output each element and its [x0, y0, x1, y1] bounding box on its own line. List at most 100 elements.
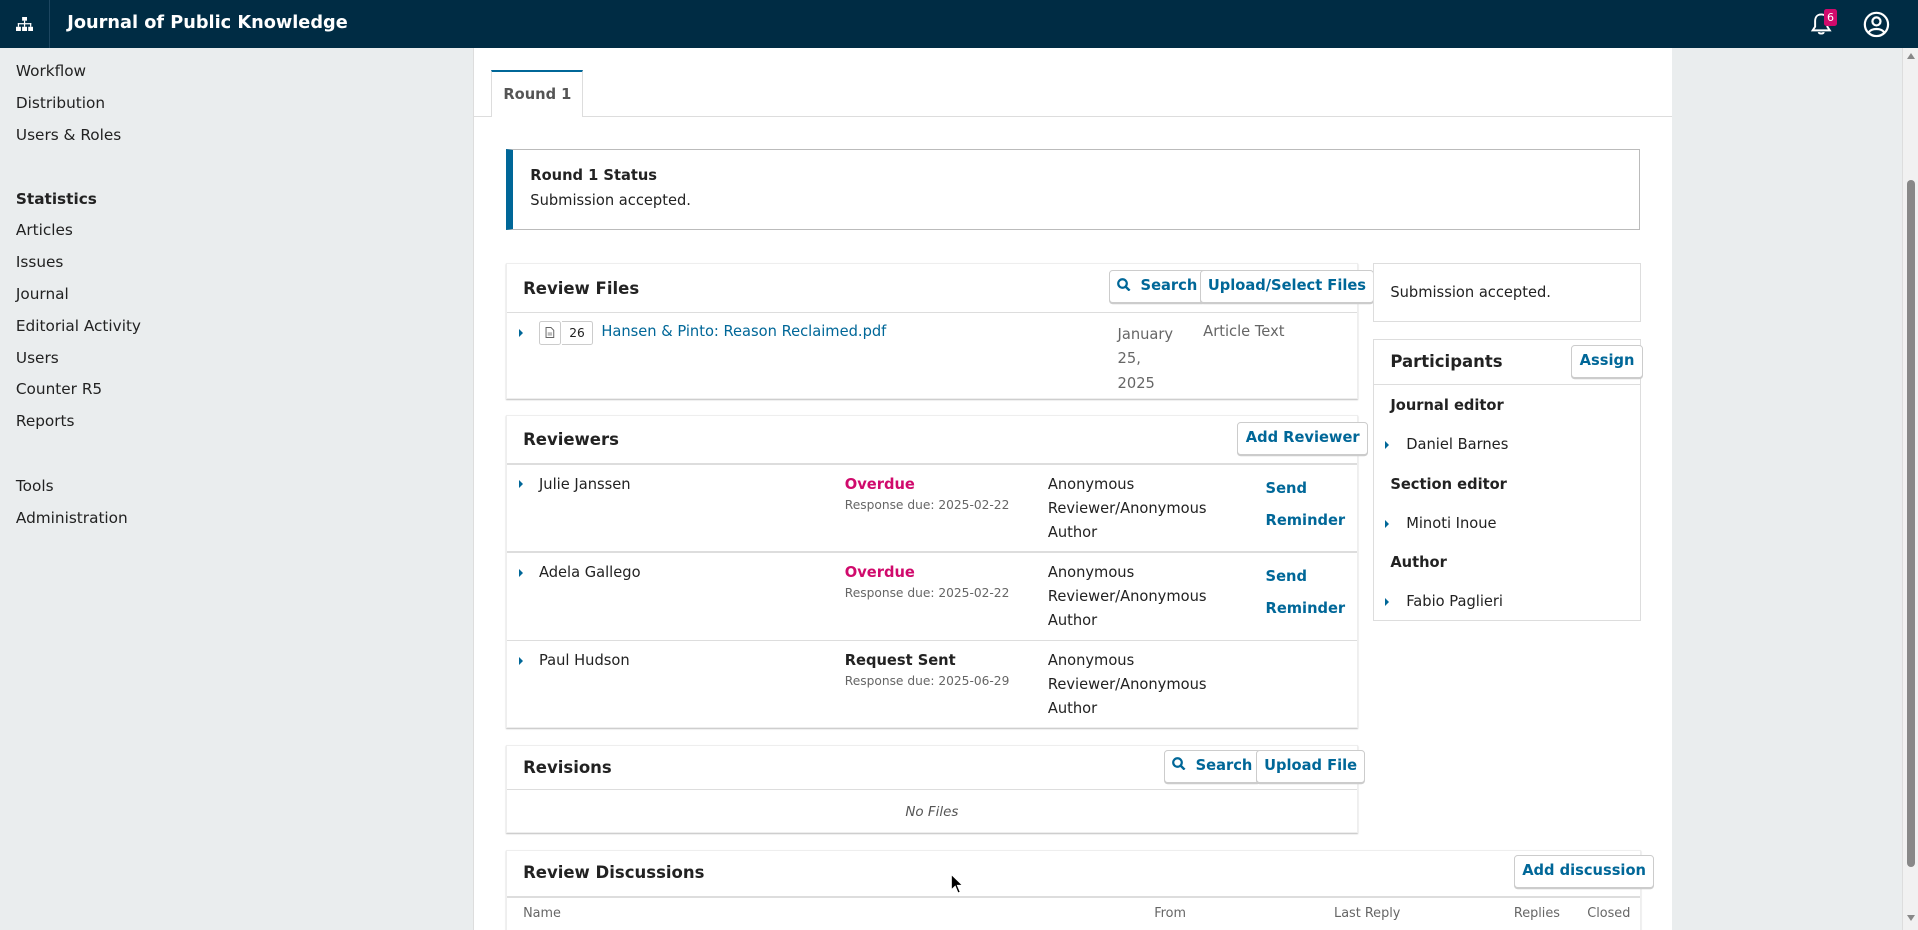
file-date-line: January — [1117, 325, 1174, 343]
review-discussions-panel: Review Discussions Add discussion Name F… — [506, 850, 1655, 930]
scrollbar-thumb[interactable] — [1906, 179, 1916, 868]
revisions-search-label: Search — [1195, 756, 1253, 774]
file-id: 26 — [562, 321, 593, 345]
file-date-line: 2025 — [1117, 374, 1155, 392]
reviewers-panel: Reviewers Add Reviewer Julie Janssen Ove… — [506, 414, 1368, 728]
add-reviewer-button[interactable]: Add Reviewer — [1237, 421, 1368, 455]
assign-participant-button[interactable]: Assign — [1571, 344, 1643, 378]
file-date: January 25, 2025 — [1118, 323, 1174, 396]
divider — [507, 551, 1357, 553]
scroll-up-arrow-icon[interactable] — [1906, 52, 1915, 59]
send-reminder-link[interactable]: Send Reminder — [1266, 561, 1364, 625]
sidebar-item-articles[interactable]: Articles — [16, 221, 73, 239]
participant-role: Author — [1390, 553, 1447, 571]
reviewer-status: Request Sent — [844, 651, 956, 669]
expand-participant-icon[interactable] — [1385, 519, 1390, 528]
review-files-title: Review Files — [523, 278, 640, 298]
divider — [507, 639, 1357, 641]
expand-row-icon[interactable] — [519, 656, 524, 665]
column-header-replies: Replies — [1513, 906, 1560, 922]
revisions-search-button[interactable]: Search — [1164, 749, 1261, 783]
scroll-down-arrow-icon[interactable] — [1906, 914, 1915, 921]
participant-name: Daniel Barnes — [1406, 436, 1509, 454]
user-profile-icon[interactable] — [1863, 11, 1890, 38]
expand-participant-icon[interactable] — [1385, 441, 1390, 450]
sitemap-icon-svg — [16, 16, 34, 31]
divider — [1374, 383, 1641, 386]
review-files-panel: Review Files Search Upload/Select Files … — [506, 262, 1375, 399]
page-scrollbar[interactable] — [1902, 47, 1918, 930]
no-files-text: No Files — [905, 804, 959, 820]
round-status-box: Round 1 Status Submission accepted. — [506, 149, 1641, 230]
search-icon — [1172, 757, 1186, 771]
review-method-line: Author — [1047, 700, 1098, 717]
review-method-line: Reviewer/Anonymous — [1047, 500, 1207, 517]
send-reminder-link[interactable]: Send Reminder — [1266, 473, 1364, 537]
review-method-line: Author — [1047, 523, 1098, 541]
review-discussions-title: Review Discussions — [523, 863, 705, 883]
file-link[interactable]: Hansen & Pinto: Reason Reclaimed.pdf — [601, 323, 886, 340]
review-method-line: Anonymous — [1047, 564, 1135, 582]
reviewer-due: Response due: 2025-06-29 — [844, 673, 1010, 688]
review-files-search-label: Search — [1140, 277, 1198, 295]
top-bar: Journal of Public Knowledge 6 — [0, 0, 1918, 48]
sidebar-item-reports[interactable]: Reports — [16, 412, 75, 430]
tab-round-1[interactable]: Round 1 — [491, 69, 584, 118]
participant-role: Section editor — [1390, 475, 1507, 493]
sidebar-item-distribution[interactable]: Distribution — [16, 94, 105, 112]
send-reminder-line: Send — [1265, 568, 1307, 586]
journal-title[interactable]: Journal of Public Knowledge — [67, 0, 347, 48]
sidebar-item-issues[interactable]: Issues — [16, 253, 63, 271]
reviewer-due: Response due: 2025-02-22 — [844, 585, 1010, 600]
sidebar-item-statistics[interactable]: Statistics — [16, 190, 97, 208]
sidebar-item-users-roles[interactable]: Users & Roles — [16, 126, 121, 144]
mouse-cursor-icon — [951, 873, 965, 895]
review-method: Anonymous Reviewer/Anonymous Author — [1048, 473, 1207, 545]
decision-status-text: Submission accepted. — [1390, 283, 1551, 301]
revisions-panel: Revisions Search Upload File No Files — [506, 744, 1366, 833]
file-icon — [538, 321, 561, 345]
expand-row-icon[interactable] — [519, 328, 524, 337]
upload-select-files-button[interactable]: Upload/Select Files — [1199, 270, 1375, 304]
review-method-line: Anonymous — [1047, 652, 1135, 670]
round-status-heading: Round 1 Status — [530, 167, 658, 185]
participants-title: Participants — [1390, 352, 1503, 372]
reviewers-title: Reviewers — [523, 430, 619, 450]
add-discussion-button[interactable]: Add discussion — [1513, 854, 1655, 888]
column-header-last-reply: Last Reply — [1334, 906, 1401, 922]
file-date-line: 25, — [1117, 350, 1141, 368]
tab-strip — [474, 47, 1673, 118]
reviewer-status: Overdue — [844, 475, 915, 493]
upload-file-button[interactable]: Upload File — [1255, 749, 1366, 783]
reviewer-name: Julie Janssen — [538, 475, 631, 493]
send-reminder-line: Reminder — [1265, 600, 1346, 617]
expand-participant-icon[interactable] — [1385, 597, 1390, 606]
reviewer-name: Paul Hudson — [538, 651, 630, 669]
sidebar-item-tools[interactable]: Tools — [16, 477, 54, 495]
revisions-title: Revisions — [523, 758, 612, 778]
sitemap-icon[interactable] — [0, 0, 51, 48]
send-reminder-line: Send — [1265, 480, 1307, 498]
review-files-search-button[interactable]: Search — [1108, 270, 1206, 304]
sidebar-item-users[interactable]: Users — [16, 349, 59, 367]
divider — [507, 788, 1357, 790]
search-icon — [1117, 277, 1131, 291]
divider — [507, 311, 1357, 313]
review-method: Anonymous Reviewer/Anonymous Author — [1048, 649, 1207, 721]
expand-row-icon[interactable] — [519, 480, 524, 489]
sidebar-item-workflow[interactable]: Workflow — [16, 62, 86, 80]
column-header-closed: Closed — [1587, 906, 1631, 922]
reviewer-status: Overdue — [844, 563, 915, 581]
review-method-line: Reviewer/Anonymous — [1047, 588, 1207, 606]
sidebar-item-journal[interactable]: Journal — [16, 285, 69, 303]
file-type: Article Text — [1203, 322, 1285, 340]
sidebar-item-editorial-activity[interactable]: Editorial Activity — [16, 317, 141, 335]
participant-name: Fabio Paglieri — [1406, 593, 1504, 610]
sidebar-item-counter-r5[interactable]: Counter R5 — [16, 380, 102, 398]
participants-panel: Participants Assign Journal editor Danie… — [1373, 338, 1643, 622]
decision-status-box: Submission accepted. — [1373, 262, 1642, 322]
expand-row-icon[interactable] — [519, 568, 524, 577]
review-method-line: Anonymous — [1047, 476, 1135, 494]
review-method-line: Reviewer/Anonymous — [1047, 676, 1207, 694]
sidebar-item-administration[interactable]: Administration — [16, 509, 128, 527]
